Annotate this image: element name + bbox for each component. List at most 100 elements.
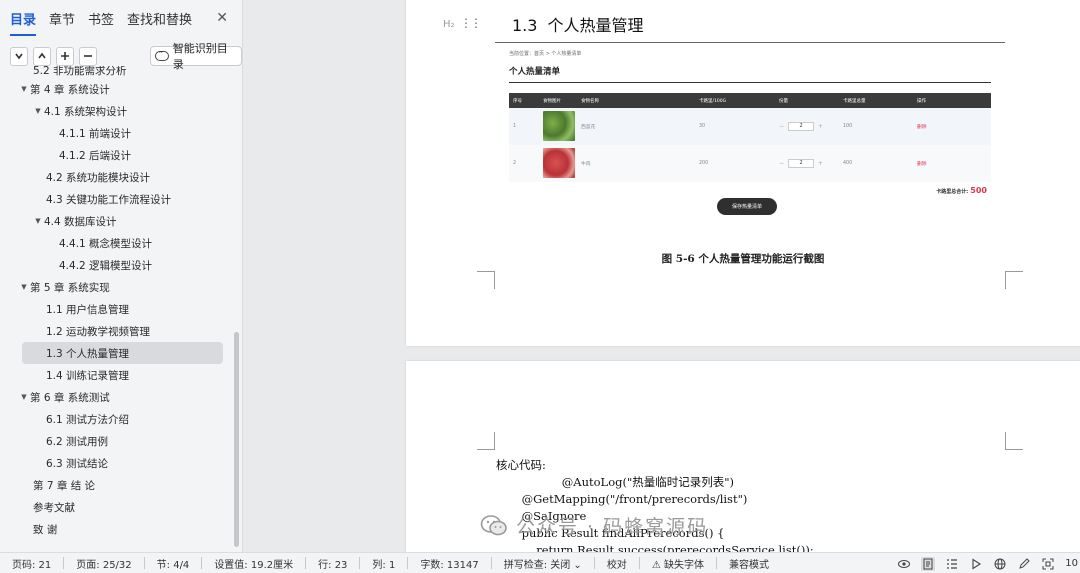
toc-item-label: 1.3 个人热量管理 <box>46 347 130 360</box>
heading-style-handle[interactable]: H₂ ⋮⋮ <box>443 17 482 30</box>
expand-caret-icon[interactable]: ▼ <box>32 107 44 115</box>
status-item[interactable]: 页面: 25/32 <box>64 556 131 571</box>
section-heading: 1.3 个人热量管理 <box>512 12 643 36</box>
quantity-stepper: −2 + <box>779 122 823 131</box>
page-corner-mark <box>477 271 495 289</box>
toc-item[interactable]: 4.4.2 逻辑模型设计 <box>0 254 233 276</box>
status-item[interactable]: ⚠ 缺失字体 <box>640 556 704 571</box>
toc-item-label: 第 4 章 系统设计 <box>30 83 110 96</box>
toc-item[interactable]: 4.3 关键功能工作流程设计 <box>0 188 233 210</box>
chevron-up-icon <box>38 52 46 59</box>
toc-item[interactable]: 6.2 测试用例 <box>0 430 233 452</box>
watermark: 公众号 · 码蜂窝源码 <box>480 512 708 539</box>
expand-caret-icon[interactable]: ▼ <box>32 217 44 225</box>
toc-item[interactable]: ▼ 第 5 章 系统实现 <box>0 276 233 298</box>
expand-caret-icon[interactable]: ▼ <box>18 283 30 291</box>
plus-icon: + <box>818 160 824 167</box>
remove-heading-button[interactable] <box>79 46 98 66</box>
figure-caption: 图 5-6 个人热量管理功能运行截图 <box>661 253 825 265</box>
breadcrumb: 当前位置：首页 > 个人热量清单 <box>509 51 582 57</box>
zoom-level[interactable]: 10 <box>1065 558 1078 569</box>
quantity-stepper: −2 + <box>779 159 823 168</box>
delete-link: 删除 <box>917 125 927 130</box>
toc-item[interactable]: 4.1.2 后端设计 <box>0 144 233 166</box>
status-item[interactable]: 设置值: 19.2厘米 <box>202 556 293 571</box>
eye-icon[interactable] <box>897 557 911 571</box>
minus-icon: − <box>779 160 785 167</box>
calorie-table: 序号 食物图片 食物名称 卡路里/100G 份量 卡路里总量 操作 1 西蓝花 30−2 +100 删… <box>509 93 991 182</box>
column-header: 食物名称 <box>581 98 599 104</box>
page-corner-mark <box>1005 271 1023 289</box>
add-heading-button[interactable] <box>56 46 75 66</box>
toc-item[interactable]: 4.1.1 前端设计 <box>0 122 233 144</box>
toc-item-label: 参考文献 <box>33 501 75 514</box>
toc-item[interactable]: ▼ 4.1 系统架构设计 <box>0 100 233 122</box>
toc-item[interactable]: ▼ 第 6 章 系统测试 <box>0 386 233 408</box>
collapse-up-button[interactable] <box>33 46 52 66</box>
status-bar-tools: 10 <box>897 553 1080 573</box>
row-number: 2 <box>513 161 517 166</box>
row-number: 1 <box>513 124 517 129</box>
status-item[interactable]: 列: 1 <box>360 556 395 571</box>
toc-item[interactable]: 5.2 非功能需求分析 <box>0 66 233 78</box>
toc-item[interactable]: 1.4 训练记录管理 <box>0 364 233 386</box>
toc-item[interactable]: 6.1 测试方法介绍 <box>0 408 233 430</box>
calories-total: 100 <box>843 124 853 129</box>
column-header: 卡路里总量 <box>843 98 866 104</box>
toc-item-label: 4.4.2 逻辑模型设计 <box>59 259 153 272</box>
food-image <box>543 111 575 141</box>
toc-item[interactable]: 参考文献 <box>0 496 233 518</box>
status-item[interactable]: 行: 23 <box>306 556 347 571</box>
page-corner-mark <box>1005 432 1023 450</box>
calories-per-100g: 200 <box>699 161 709 166</box>
code-line: @AutoLog("热量临时记录列表") <box>496 475 735 489</box>
toc-item-label: 第 5 章 系统实现 <box>30 281 110 294</box>
toc-scrollbar[interactable] <box>234 332 239 547</box>
toc-item[interactable]: ▼ 第 4 章 系统设计 <box>0 78 233 100</box>
toc-item[interactable]: 致 谢 <box>0 518 233 540</box>
play-icon[interactable] <box>969 557 983 571</box>
status-item[interactable]: 兼容模式 <box>717 556 769 571</box>
status-item[interactable]: 页码: 21 <box>0 556 51 571</box>
watermark-text: 公众号 · 码蜂窝源码 <box>516 516 709 538</box>
toc-item-label: 1.2 运动教学视频管理 <box>46 325 151 338</box>
page-view-icon[interactable] <box>921 556 936 571</box>
status-bar: 页码: 21 页面: 25/32 节: 4/4 设置值: 19.2厘米 行: 23 列: … <box>0 552 1080 573</box>
status-item[interactable]: 校对 <box>595 556 627 571</box>
toc-item[interactable]: 第 7 章 结 论 <box>0 474 233 496</box>
calories-total: 400 <box>843 161 853 166</box>
tab-find-replace[interactable]: 查找和替换 <box>127 9 192 28</box>
pen-icon[interactable] <box>1017 557 1031 571</box>
status-item[interactable]: 字数: 13147 <box>408 556 478 571</box>
toc-item-label: 6.1 测试方法介绍 <box>46 413 130 426</box>
outline-view-icon[interactable] <box>945 557 959 571</box>
expand-caret-icon[interactable]: ▼ <box>18 393 30 401</box>
title-rule <box>509 82 991 83</box>
toc-list: 5.2 非功能需求分析 ▼ 第 4 章 系统设计 ▼ 4.1 系统架构设计 4.1.1 前… <box>0 66 233 552</box>
toc-item[interactable]: 4.4.1 概念模型设计 <box>0 232 233 254</box>
toc-item-label: 4.1 系统架构设计 <box>44 105 128 118</box>
page-corner-mark <box>477 432 495 450</box>
food-image <box>543 148 575 178</box>
tab-bookmarks[interactable]: 书签 <box>88 9 114 28</box>
status-item[interactable]: 节: 4/4 <box>145 556 190 571</box>
close-icon[interactable]: ✕ <box>216 10 228 26</box>
toc-item[interactable]: 4.2 系统功能模块设计 <box>0 166 233 188</box>
toc-item[interactable]: ▼ 4.4 数据库设计 <box>0 210 233 232</box>
toc-item[interactable]: 6.3 测试结论 <box>0 452 233 474</box>
status-item[interactable]: 拼写检查: 关闭 ⌄ <box>492 556 582 571</box>
tab-chapters[interactable]: 章节 <box>49 9 75 28</box>
expand-caret-icon[interactable]: ▼ <box>18 85 30 93</box>
food-name: 牛肉 <box>581 162 591 167</box>
smart-toc-button[interactable]: 智能识别目录 <box>150 42 243 71</box>
tab-toc[interactable]: 目录 <box>10 9 37 36</box>
toc-item[interactable]: 1.3 个人热量管理 <box>22 342 223 364</box>
toc-item[interactable]: 1.1 用户信息管理 <box>0 298 233 320</box>
save-calorie-list-button: 保存热量清单 <box>717 198 777 215</box>
fit-page-icon[interactable] <box>1041 557 1055 571</box>
drag-handle-icon[interactable]: ⋮⋮ <box>460 17 482 29</box>
toc-item[interactable]: 1.2 运动教学视频管理 <box>0 320 233 342</box>
web-view-icon[interactable] <box>993 557 1007 571</box>
collapse-down-button[interactable] <box>10 46 29 66</box>
toc-item-label: 4.1.2 后端设计 <box>59 149 132 162</box>
